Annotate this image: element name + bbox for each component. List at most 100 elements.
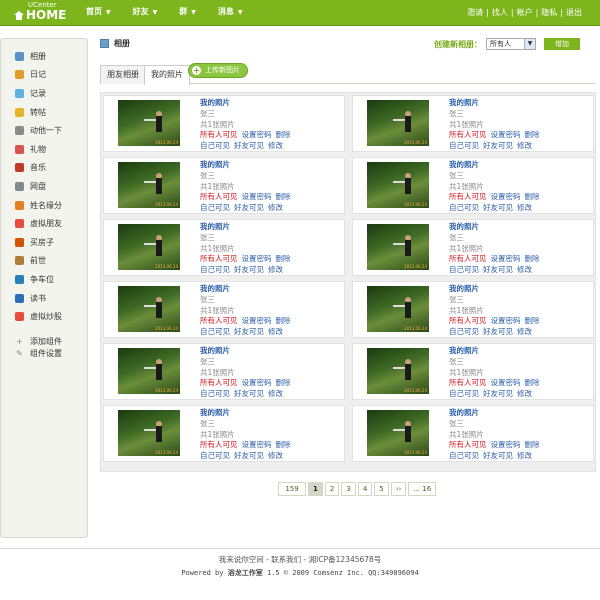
album-thumbnail[interactable]: 2013.06.24 (118, 224, 180, 270)
delete-link[interactable]: 删除 (276, 254, 291, 263)
upload-photo-button[interactable]: + 上传新图片 (188, 63, 248, 78)
visibility-self-link[interactable]: 自己可见 (449, 451, 479, 460)
visibility-all-link[interactable]: 所有人可见 (449, 130, 487, 139)
visibility-friends-link[interactable]: 好友可见 (234, 451, 264, 460)
delete-link[interactable]: 删除 (276, 440, 291, 449)
edit-link[interactable]: 修改 (517, 389, 532, 398)
visibility-self-link[interactable]: 自己可见 (200, 389, 230, 398)
edit-link[interactable]: 修改 (517, 265, 532, 274)
album-title[interactable]: 我的照片 (200, 222, 295, 233)
visibility-self-link[interactable]: 自己可见 (449, 203, 479, 212)
sidebar-item-car[interactable]: 争车位 (1, 270, 87, 289)
sidebar-item-disk[interactable]: 网盘 (1, 177, 87, 196)
album-owner[interactable]: 张三 (200, 357, 295, 368)
album-owner[interactable]: 张三 (449, 419, 544, 430)
page-link[interactable]: 2 (324, 482, 340, 496)
visibility-all-link[interactable]: 所有人可见 (449, 378, 487, 387)
delete-link[interactable]: 删除 (276, 130, 291, 139)
delete-link[interactable]: 删除 (525, 254, 540, 263)
tab-friends-albums[interactable]: 朋友相册 (100, 65, 146, 84)
album-title[interactable]: 我的照片 (200, 346, 295, 357)
delete-link[interactable]: 删除 (276, 316, 291, 325)
visibility-self-link[interactable]: 自己可见 (449, 265, 479, 274)
visibility-self-link[interactable]: 自己可见 (449, 327, 479, 336)
edit-link[interactable]: 修改 (517, 451, 532, 460)
sidebar-item-poke[interactable]: 动他一下 (1, 121, 87, 140)
visibility-friends-link[interactable]: 好友可见 (483, 451, 513, 460)
visibility-all-link[interactable]: 所有人可见 (449, 192, 487, 201)
sidebar-item-name[interactable]: 姓名缘分 (1, 196, 87, 215)
album-owner[interactable]: 张三 (200, 171, 295, 182)
sidebar-item-diary[interactable]: 日记 (1, 66, 87, 85)
sidebar-item-house[interactable]: 买房子 (1, 233, 87, 252)
album-thumbnail[interactable]: 2013.06.24 (118, 162, 180, 208)
sidebar-tool-component-settings[interactable]: ✎ 组件设置 (1, 348, 87, 360)
edit-link[interactable]: 修改 (268, 327, 283, 336)
set-password-link[interactable]: 设置密码 (491, 130, 521, 139)
set-password-link[interactable]: 设置密码 (242, 254, 272, 263)
delete-link[interactable]: 删除 (276, 192, 291, 201)
visibility-friends-link[interactable]: 好友可见 (483, 327, 513, 336)
delete-link[interactable]: 删除 (525, 192, 540, 201)
album-title[interactable]: 我的照片 (449, 346, 544, 357)
logout-link[interactable]: 退出 (566, 8, 582, 17)
edit-link[interactable]: 修改 (268, 389, 283, 398)
delete-link[interactable]: 删除 (525, 130, 540, 139)
edit-link[interactable]: 修改 (517, 327, 532, 336)
nav-home[interactable]: 首页 ▼ (86, 0, 111, 26)
visibility-friends-link[interactable]: 好友可见 (483, 141, 513, 150)
album-owner[interactable]: 张三 (200, 419, 295, 430)
delete-link[interactable]: 删除 (525, 378, 540, 387)
album-thumbnail[interactable]: 2013.06.24 (118, 348, 180, 394)
page-link[interactable]: 4 (357, 482, 373, 496)
page-link[interactable]: 1 (308, 482, 323, 496)
privacy-link[interactable]: 隐私 (541, 8, 557, 17)
album-thumbnail[interactable]: 2013.06.24 (367, 348, 429, 394)
visibility-all-link[interactable]: 所有人可见 (449, 316, 487, 325)
album-thumbnail[interactable]: 2013.06.24 (367, 162, 429, 208)
footer-brand[interactable]: 浴龙工作室 (228, 569, 263, 577)
album-title[interactable]: 我的照片 (449, 160, 544, 171)
set-password-link[interactable]: 设置密码 (491, 192, 521, 201)
visibility-friends-link[interactable]: 好友可见 (234, 265, 264, 274)
visibility-friends-link[interactable]: 好友可见 (234, 389, 264, 398)
sidebar-item-gift[interactable]: 礼物 (1, 140, 87, 159)
album-title[interactable]: 我的照片 (200, 160, 295, 171)
album-title[interactable]: 我的照片 (449, 222, 544, 233)
delete-link[interactable]: 删除 (276, 378, 291, 387)
album-thumbnail[interactable]: 2013.06.24 (367, 410, 429, 456)
nav-friends[interactable]: 好友 ▼ (133, 0, 158, 26)
set-password-link[interactable]: 设置密码 (242, 316, 272, 325)
logo[interactable]: UCenter HOME (14, 2, 66, 21)
sidebar-item-friend[interactable]: 虚拟朋友 (1, 214, 87, 233)
album-title[interactable]: 我的照片 (200, 98, 295, 109)
set-password-link[interactable]: 设置密码 (491, 378, 521, 387)
visibility-friends-link[interactable]: 好友可见 (483, 203, 513, 212)
visibility-all-link[interactable]: 所有人可见 (200, 440, 238, 449)
album-title[interactable]: 我的照片 (200, 408, 295, 419)
visibility-all-link[interactable]: 所有人可见 (200, 378, 238, 387)
visibility-self-link[interactable]: 自己可见 (200, 203, 230, 212)
sidebar-item-album[interactable]: 相册 (1, 47, 87, 66)
visibility-self-link[interactable]: 自己可见 (200, 451, 230, 460)
page-link[interactable]: ... 16 (408, 482, 437, 496)
sidebar-item-past[interactable]: 前世 (1, 252, 87, 271)
edit-link[interactable]: 修改 (517, 141, 532, 150)
edit-link[interactable]: 修改 (268, 451, 283, 460)
visibility-all-link[interactable]: 所有人可见 (200, 316, 238, 325)
visibility-self-link[interactable]: 自己可见 (200, 327, 230, 336)
album-owner[interactable]: 张三 (449, 109, 544, 120)
album-title[interactable]: 我的照片 (200, 284, 295, 295)
visibility-all-link[interactable]: 所有人可见 (200, 192, 238, 201)
add-album-button[interactable]: 增加 (544, 38, 580, 50)
visibility-self-link[interactable]: 自己可见 (449, 389, 479, 398)
visibility-friends-link[interactable]: 好友可见 (483, 265, 513, 274)
edit-link[interactable]: 修改 (268, 265, 283, 274)
delete-link[interactable]: 删除 (525, 316, 540, 325)
visibility-all-link[interactable]: 所有人可见 (200, 254, 238, 263)
visibility-all-link[interactable]: 所有人可见 (449, 440, 487, 449)
album-owner[interactable]: 张三 (449, 295, 544, 306)
visibility-all-link[interactable]: 所有人可见 (449, 254, 487, 263)
set-password-link[interactable]: 设置密码 (242, 130, 272, 139)
album-thumbnail[interactable]: 2013.06.24 (367, 224, 429, 270)
